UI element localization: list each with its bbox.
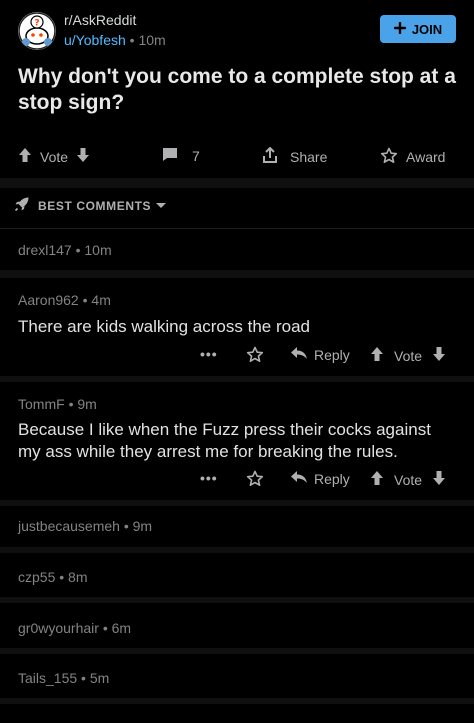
post-header: ? r/AskReddit u/Yobfesh • 10m JOIN Why d… (0, 0, 474, 178)
reply-label: Reply (314, 470, 350, 487)
comment-author[interactable]: Tails_155 (18, 670, 77, 686)
comment-divider (0, 648, 474, 654)
reply-label: Reply (314, 346, 350, 363)
subreddit-name[interactable]: r/AskReddit (64, 12, 136, 28)
meta-separator: • (81, 670, 90, 686)
vote-label: Vote (394, 347, 423, 364)
award-icon[interactable] (246, 470, 264, 487)
comment-time: 9m (132, 518, 153, 534)
join-label: JOIN (411, 21, 443, 37)
comment-meta: czp55 • 8m (18, 569, 88, 585)
share-icon (262, 146, 278, 167)
upvote-icon[interactable] (370, 470, 384, 489)
comment-divider (0, 698, 474, 704)
comment-time: 5m (89, 670, 110, 686)
comment-author[interactable]: justbecausemeh (18, 518, 120, 534)
downvote-icon[interactable] (76, 147, 90, 166)
award-label: Award (406, 149, 446, 165)
snoo-avatar-icon[interactable]: ? (18, 12, 56, 50)
reply-button[interactable]: Reply (290, 346, 350, 363)
share-button[interactable]: Share (262, 146, 328, 167)
vote-label: Vote (394, 471, 423, 488)
meta-separator: • (59, 569, 69, 585)
post-vote-group: Vote (18, 147, 90, 166)
downvote-icon[interactable] (432, 470, 446, 489)
comment-actions: ••• Reply Vote (0, 467, 474, 491)
section-divider (0, 178, 474, 188)
comment-author[interactable]: drexl147 (18, 242, 72, 258)
vote-label: Vote (40, 148, 69, 165)
comment-time: 8m (68, 569, 88, 585)
comment-vote-group: Vote (370, 346, 446, 365)
more-icon[interactable]: ••• (200, 346, 218, 362)
post-author[interactable]: u/Yobfesh (64, 32, 126, 48)
post-action-bar: Vote 7 Share Award (0, 140, 474, 174)
award-button[interactable]: Award (380, 147, 445, 167)
downvote-icon[interactable] (432, 346, 446, 365)
comment-divider (0, 547, 474, 553)
award-icon (380, 147, 398, 167)
comment-time: 10m (84, 242, 112, 258)
upvote-icon[interactable] (370, 346, 384, 365)
comment-author[interactable]: czp55 (18, 569, 55, 585)
comment-divider (0, 376, 474, 382)
divider (0, 228, 474, 229)
post-time: 10m (138, 32, 166, 48)
comment-author[interactable]: Aaron962 (18, 292, 79, 308)
comment-actions: ••• Reply Vote (0, 343, 474, 367)
sort-dropdown[interactable]: BEST COMMENTS (14, 196, 167, 215)
comment-icon (162, 147, 178, 165)
comment-author[interactable]: TommF (18, 396, 65, 412)
comment-divider (0, 500, 474, 506)
post-meta: u/Yobfesh • 10m (64, 32, 166, 48)
reply-icon (290, 470, 308, 487)
plus-icon (393, 21, 407, 37)
comment-body: There are kids walking across the road (18, 317, 310, 336)
sort-label: BEST COMMENTS (38, 198, 152, 213)
comment-meta: drexl147 • 10m (18, 242, 112, 258)
more-icon[interactable]: ••• (200, 470, 218, 486)
comment-divider (0, 597, 474, 603)
comment-meta: TommF • 9m (18, 396, 97, 412)
meta-separator: • (123, 518, 133, 534)
share-label: Share (290, 149, 328, 165)
award-icon[interactable] (246, 346, 264, 363)
comment-meta: justbecausemeh • 9m (18, 518, 152, 534)
join-button[interactable]: JOIN (380, 15, 456, 43)
comment-time: 6m (111, 620, 132, 636)
comment-body: Because I like when the Fuzz press their… (18, 420, 431, 461)
reply-button[interactable]: Reply (290, 470, 350, 487)
comment-count: 7 (192, 148, 200, 164)
comments-button[interactable]: 7 (162, 147, 200, 165)
chevron-down-icon (155, 199, 167, 213)
comment-divider (0, 270, 474, 278)
comment-meta: Aaron962 • 4m (18, 292, 111, 308)
comment-time: 9m (77, 396, 97, 412)
post-title[interactable]: Why don't you come to a complete stop at… (18, 64, 456, 116)
comment-time: 4m (91, 292, 111, 308)
upvote-icon[interactable] (18, 147, 32, 166)
rocket-icon (14, 196, 30, 215)
comment-meta: gr0wyourhair • 6m (18, 620, 131, 636)
comment-vote-group: Vote (370, 470, 446, 489)
reply-icon (290, 346, 308, 363)
svg-text:?: ? (34, 19, 39, 29)
comment-meta: Tails_155 • 5m (18, 670, 109, 686)
meta-separator: • (102, 620, 112, 636)
comment-author[interactable]: gr0wyourhair (18, 620, 99, 636)
